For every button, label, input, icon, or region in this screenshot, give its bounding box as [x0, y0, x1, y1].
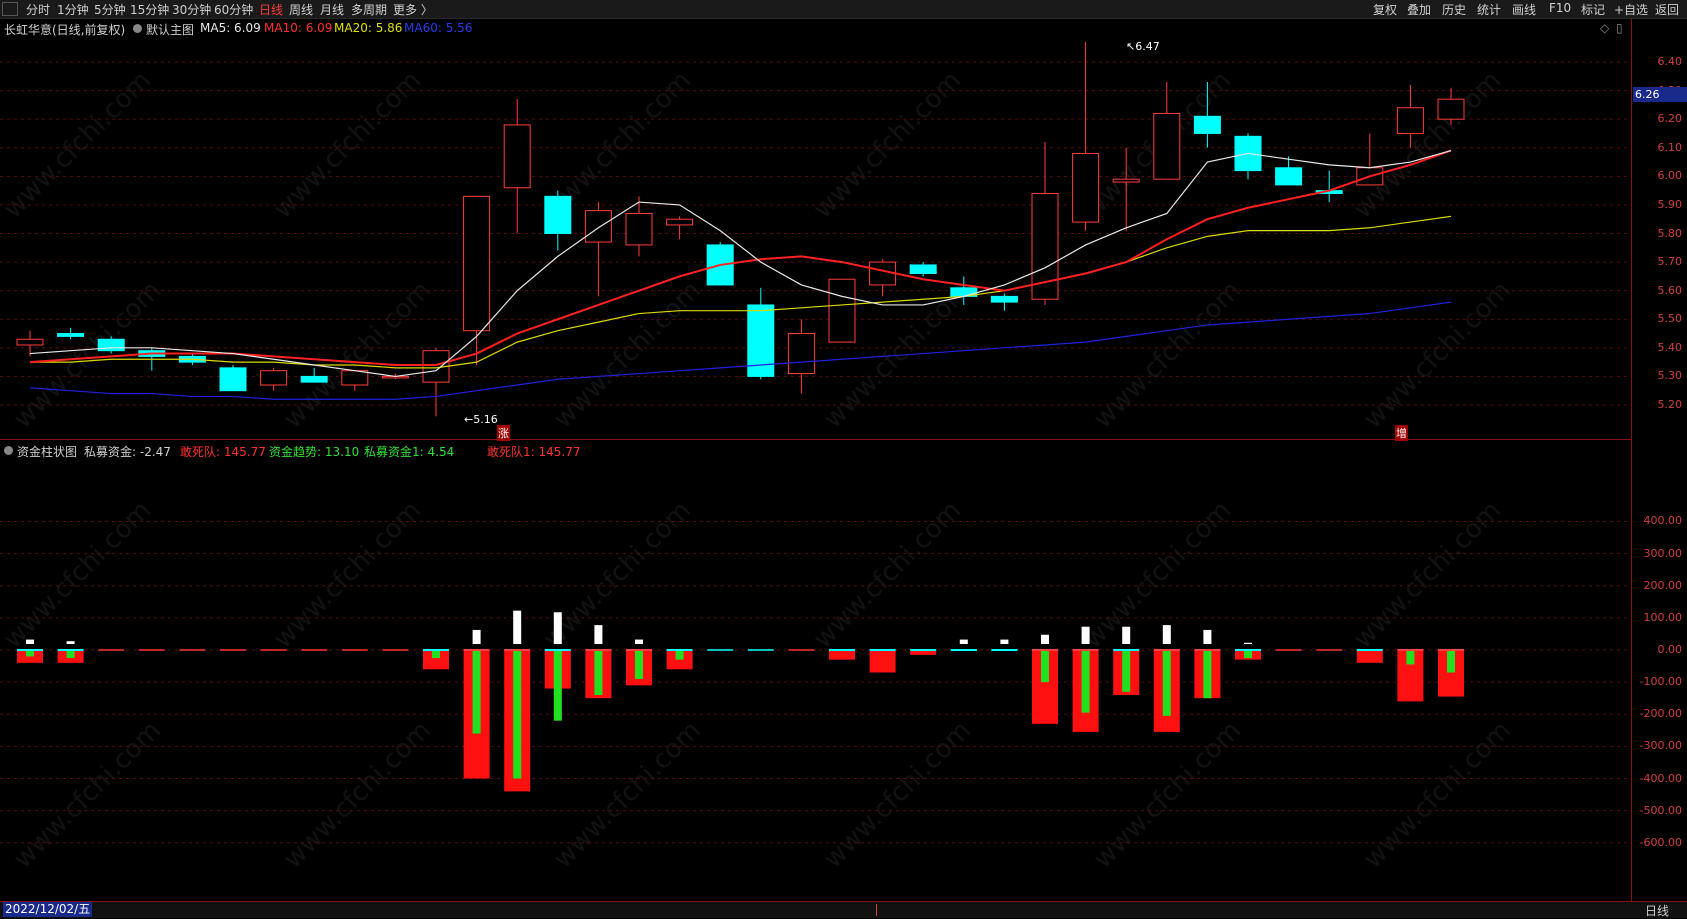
trend-bar — [1406, 650, 1415, 665]
current-price-label: 6.26 — [1633, 87, 1687, 102]
trend-bar — [594, 650, 603, 695]
pf-bar — [513, 610, 522, 644]
pf-bar — [959, 639, 968, 644]
pf-bar — [1081, 626, 1090, 644]
dsd-bar — [829, 650, 855, 660]
pf-bar — [26, 639, 34, 644]
pf-bar — [594, 625, 603, 644]
dsd-bar — [1356, 650, 1383, 663]
sub-tick-label: -600.00 — [1639, 835, 1682, 849]
low-price-label: ←5.16 — [464, 413, 498, 426]
status-bar: 2022/12/02/五 日线 — [0, 901, 1687, 918]
candle-body — [625, 212, 653, 246]
cursor-date: 2022/12/02/五 — [3, 902, 93, 917]
period-indicator: 日线 — [1645, 904, 1670, 918]
trend-bar — [66, 650, 75, 659]
price-tick-label: 6.20 — [1657, 112, 1683, 126]
sub-tick-label: -100.00 — [1639, 675, 1682, 689]
price-tick-label: 6.00 — [1657, 169, 1683, 183]
candle-body — [219, 367, 247, 392]
sub-tick-label: 200.00 — [1643, 578, 1683, 592]
candle-body — [503, 124, 531, 189]
pf-bar — [1000, 639, 1009, 644]
candle-body — [260, 370, 288, 386]
price-axis: 6.406.306.206.106.005.905.805.705.605.50… — [1631, 19, 1687, 901]
pf-bar — [1162, 625, 1171, 644]
trend-bar — [1447, 650, 1455, 673]
trend-bar — [432, 650, 440, 659]
price-tick-label: 6.10 — [1657, 140, 1683, 154]
pf-bar — [1041, 634, 1049, 644]
candle-body — [1072, 152, 1100, 223]
pf-bar — [472, 629, 481, 644]
sub-tick-label: -300.00 — [1639, 739, 1682, 753]
candle-body — [1437, 98, 1465, 120]
sub-tick-label: 0.00 — [1657, 643, 1683, 656]
candle-body — [828, 278, 856, 343]
candle-body — [463, 195, 491, 332]
ma5-line — [29, 150, 1452, 378]
price-tick-label: 5.20 — [1657, 398, 1683, 411]
price-tick-label: 5.80 — [1657, 226, 1683, 240]
candle-body — [909, 264, 937, 275]
candle-body — [16, 338, 44, 346]
sub-tick-label: -400.00 — [1639, 771, 1682, 785]
back-button[interactable]: 返回 — [1655, 1, 1679, 18]
sub-tick-label: -200.00 — [1639, 707, 1682, 721]
scroll-marker[interactable] — [876, 904, 877, 916]
price-tick-label: 5.90 — [1657, 197, 1683, 211]
trend-bar — [1041, 650, 1049, 683]
candle-body — [666, 218, 694, 226]
sub-tick-label: -500.00 — [1639, 803, 1682, 817]
price-tick-label: 6.40 — [1657, 55, 1683, 68]
candle-body — [584, 210, 612, 243]
price-tick-label: 5.30 — [1657, 369, 1683, 383]
candle-body — [1396, 107, 1424, 134]
trend-bar — [1244, 650, 1252, 659]
pf-bar — [1122, 626, 1131, 644]
candle-body — [544, 195, 572, 234]
candle-body — [300, 375, 328, 383]
pf-bar — [553, 612, 562, 644]
trend-bar — [472, 650, 481, 734]
trend-bar — [513, 650, 522, 779]
candle-body — [1112, 178, 1140, 183]
trend-bar — [635, 650, 643, 679]
sub-tick-label: 400.00 — [1643, 514, 1683, 528]
trend-bar — [553, 650, 562, 721]
candle-body — [990, 295, 1018, 303]
signal-mark-zhang: 涨 — [497, 425, 510, 441]
sub-tick-label: 300.00 — [1643, 546, 1683, 560]
candle-body — [1275, 167, 1303, 186]
trend-bar — [1122, 650, 1131, 692]
candle-body — [787, 333, 815, 375]
price-tick-label: 5.40 — [1657, 340, 1683, 354]
price-tick-label: 5.70 — [1657, 255, 1683, 269]
candle-body — [1193, 115, 1221, 134]
pf-bar — [635, 639, 643, 644]
candle-body — [341, 370, 369, 386]
trend-bar — [1081, 650, 1090, 713]
trend-bar — [675, 650, 684, 660]
dsd-bar — [869, 650, 896, 673]
pf-bar — [1203, 629, 1212, 644]
ma20-line — [30, 215, 1452, 369]
signal-mark-zeng: 增 — [1395, 425, 1408, 441]
pf-bar — [1244, 642, 1252, 644]
pf-bar — [66, 641, 75, 644]
trend-bar — [1203, 650, 1212, 699]
price-tick-label: 5.50 — [1657, 312, 1683, 326]
sub-tick-label: 100.00 — [1643, 610, 1683, 624]
trend-bar — [1162, 650, 1171, 716]
price-tick-label: 5.60 — [1657, 283, 1683, 297]
high-price-label: ↖6.47 — [1126, 40, 1160, 53]
candle-body — [1153, 112, 1181, 180]
ma10-line — [29, 149, 1452, 366]
candle-body — [57, 333, 85, 337]
kline-chart[interactable] — [0, 0, 1631, 901]
